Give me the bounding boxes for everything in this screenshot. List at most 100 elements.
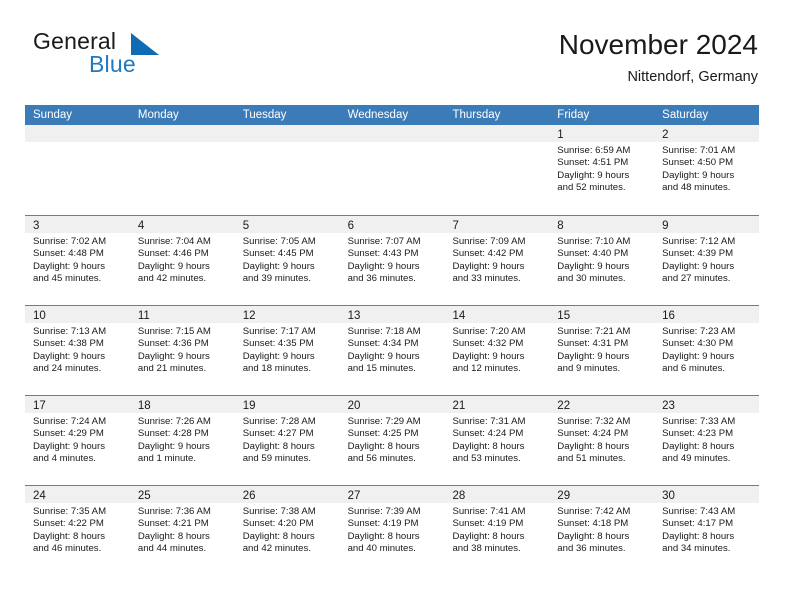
day-cell-27[interactable]: 27 Sunrise: 7:39 AM Sunset: 4:19 PM Dayligh… xyxy=(339,486,445,575)
day-detail-line: Daylight: 9 hours xyxy=(242,350,315,362)
day-cell-8[interactable]: 8 Sunrise: 7:10 AM Sunset: 4:40 PM Daylight… xyxy=(549,216,655,305)
day-cell-19[interactable]: 19 Sunrise: 7:28 AM Sunset: 4:27 PM Dayligh… xyxy=(234,396,340,485)
day-details: Sunrise: 7:17 AM Sunset: 4:35 PM Daylight:… xyxy=(235,323,340,376)
day-number-strip: 3 xyxy=(25,216,130,233)
day-detail-line: Sunrise: 7:33 AM xyxy=(662,416,736,427)
day-detail-line: Sunset: 4:50 PM xyxy=(662,157,734,169)
day-detail-line: and 34 minutes. xyxy=(662,543,731,555)
day-detail-line: Sunrise: 6:59 AM xyxy=(557,145,631,156)
day-number: 2 xyxy=(662,129,669,141)
day-details: Sunrise: 7:12 AM Sunset: 4:39 PM Daylight:… xyxy=(654,233,759,286)
day-cell-29[interactable]: 29 Sunrise: 7:42 AM Sunset: 4:18 PM Dayligh… xyxy=(549,486,655,575)
day-detail-line: Sunrise: 7:15 AM xyxy=(137,326,211,337)
weekday-header-friday: Friday xyxy=(557,109,590,121)
day-number-strip: 16 xyxy=(654,306,760,323)
day-cell-25[interactable]: 25 Sunrise: 7:36 AM Sunset: 4:21 PM Dayligh… xyxy=(129,486,235,575)
day-detail-line: Daylight: 9 hours xyxy=(33,260,105,272)
day-detail-line: Sunrise: 7:17 AM xyxy=(242,326,316,337)
day-detail-line: and 12 minutes. xyxy=(452,363,521,375)
day-detail-line: Sunset: 4:48 PM xyxy=(33,248,104,260)
day-number: 16 xyxy=(662,310,675,322)
day-detail-line: Sunset: 4:31 PM xyxy=(557,338,629,350)
day-cell-24[interactable]: 24 Sunrise: 7:35 AM Sunset: 4:22 PM Dayligh… xyxy=(25,486,130,575)
day-cell-23[interactable]: 23 Sunrise: 7:33 AM Sunset: 4:23 PM Dayligh… xyxy=(654,396,760,485)
day-detail-line: Sunrise: 7:26 AM xyxy=(137,416,211,427)
day-detail-line: Sunset: 4:20 PM xyxy=(242,518,314,530)
day-number-strip: 30 xyxy=(654,486,760,503)
day-number: 27 xyxy=(347,490,361,502)
day-details: Sunrise: 7:43 AM Sunset: 4:17 PM Daylight:… xyxy=(654,503,759,556)
day-detail-line: Daylight: 9 hours xyxy=(347,260,420,272)
day-number: 10 xyxy=(33,310,46,322)
day-number: 17 xyxy=(33,400,46,412)
day-cell-22[interactable]: 22 Sunrise: 7:32 AM Sunset: 4:24 PM Dayligh… xyxy=(549,396,655,485)
day-detail-line: Sunrise: 7:28 AM xyxy=(242,416,316,427)
calendar-week-row: 24 Sunrise: 7:35 AM Sunset: 4:22 PM Dayligh… xyxy=(25,485,760,575)
day-detail-line: Daylight: 9 hours xyxy=(452,350,525,362)
day-details: Sunrise: 7:02 AM Sunset: 4:48 PM Daylight:… xyxy=(25,233,130,286)
day-number-strip: 9 xyxy=(654,216,760,233)
day-detail-line: Daylight: 8 hours xyxy=(242,530,315,542)
calendar-weeks: 1 Sunrise: 6:59 AM Sunset: 4:51 PM Daylight… xyxy=(25,125,760,575)
day-cell-3[interactable]: 3 Sunrise: 7:02 AM Sunset: 4:48 PM Daylight… xyxy=(25,216,130,305)
day-cell-28[interactable]: 28 Sunrise: 7:41 AM Sunset: 4:19 PM Dayligh… xyxy=(444,486,550,575)
day-cell-15[interactable]: 15 Sunrise: 7:21 AM Sunset: 4:31 PM Dayligh… xyxy=(549,306,655,395)
day-number: 9 xyxy=(662,220,669,232)
day-detail-line: Sunrise: 7:20 AM xyxy=(452,326,526,337)
day-number: 13 xyxy=(347,310,361,322)
day-cell-30[interactable]: 30 Sunrise: 7:43 AM Sunset: 4:17 PM Dayligh… xyxy=(654,486,760,575)
day-cell-12[interactable]: 12 Sunrise: 7:17 AM Sunset: 4:35 PM Dayligh… xyxy=(234,306,340,395)
brand-logo[interactable]: General Blue xyxy=(33,28,273,90)
day-details: Sunrise: 7:01 AM Sunset: 4:50 PM Daylight:… xyxy=(654,142,759,195)
day-detail-line: and 39 minutes. xyxy=(242,273,311,285)
day-detail-line: Daylight: 8 hours xyxy=(347,530,420,542)
day-details: Sunrise: 7:28 AM Sunset: 4:27 PM Daylight:… xyxy=(235,413,340,466)
day-cell-5[interactable]: 5 Sunrise: 7:05 AM Sunset: 4:45 PM Daylight… xyxy=(234,216,340,305)
day-number: 7 xyxy=(452,220,459,232)
day-detail-line: Daylight: 9 hours xyxy=(242,260,315,272)
day-cell-6[interactable]: 6 Sunrise: 7:07 AM Sunset: 4:43 PM Daylight… xyxy=(339,216,445,305)
day-detail-line: Sunset: 4:35 PM xyxy=(242,338,314,350)
day-detail-line: Daylight: 9 hours xyxy=(137,440,210,452)
day-detail-line: Daylight: 8 hours xyxy=(452,440,525,452)
day-detail-line: Daylight: 8 hours xyxy=(662,530,735,542)
day-detail-line: Sunset: 4:30 PM xyxy=(662,338,734,350)
day-number: 1 xyxy=(557,129,564,141)
day-cell-empty xyxy=(129,125,235,215)
day-detail-line: Sunset: 4:43 PM xyxy=(347,248,419,260)
day-detail-line: Daylight: 9 hours xyxy=(557,260,630,272)
day-cell-10[interactable]: 10 Sunrise: 7:13 AM Sunset: 4:38 PM Dayligh… xyxy=(25,306,130,395)
day-detail-line: Daylight: 9 hours xyxy=(662,260,735,272)
day-cell-13[interactable]: 13 Sunrise: 7:18 AM Sunset: 4:34 PM Dayligh… xyxy=(339,306,445,395)
brand-name-blue: Blue xyxy=(89,51,136,77)
day-detail-line: Sunrise: 7:31 AM xyxy=(452,416,526,427)
day-detail-line: Daylight: 9 hours xyxy=(557,350,630,362)
day-cell-9[interactable]: 9 Sunrise: 7:12 AM Sunset: 4:39 PM Daylight… xyxy=(654,216,760,305)
day-cell-17[interactable]: 17 Sunrise: 7:24 AM Sunset: 4:29 PM Dayligh… xyxy=(25,396,130,485)
day-number-strip: 5 xyxy=(234,216,340,233)
day-cell-7[interactable]: 7 Sunrise: 7:09 AM Sunset: 4:42 PM Daylight… xyxy=(444,216,550,305)
day-number-strip: 18 xyxy=(129,396,235,413)
day-detail-line: Sunset: 4:29 PM xyxy=(33,428,104,440)
day-cell-21[interactable]: 21 Sunrise: 7:31 AM Sunset: 4:24 PM Dayligh… xyxy=(444,396,550,485)
day-details: Sunrise: 7:05 AM Sunset: 4:45 PM Daylight:… xyxy=(235,233,340,286)
day-cell-1[interactable]: 1 Sunrise: 6:59 AM Sunset: 4:51 PM Daylight… xyxy=(549,125,655,215)
day-detail-line: and 27 minutes. xyxy=(662,273,731,285)
day-number-strip: 23 xyxy=(654,396,760,413)
day-cell-26[interactable]: 26 Sunrise: 7:38 AM Sunset: 4:20 PM Dayligh… xyxy=(234,486,340,575)
day-cell-18[interactable]: 18 Sunrise: 7:26 AM Sunset: 4:28 PM Dayligh… xyxy=(129,396,235,485)
day-cell-11[interactable]: 11 Sunrise: 7:15 AM Sunset: 4:36 PM Dayligh… xyxy=(129,306,235,395)
day-detail-line: and 56 minutes. xyxy=(347,453,416,465)
weekday-header-tuesday: Tuesday xyxy=(242,109,287,121)
day-detail-line: and 38 minutes. xyxy=(452,543,521,555)
day-cell-14[interactable]: 14 Sunrise: 7:20 AM Sunset: 4:32 PM Dayligh… xyxy=(444,306,550,395)
day-detail-line: and 18 minutes. xyxy=(242,363,311,375)
calendar-page: General Blue November 2024 Nittendorf, G… xyxy=(0,0,792,612)
weekday-header-sunday: Sunday xyxy=(33,109,73,121)
day-cell-16[interactable]: 16 Sunrise: 7:23 AM Sunset: 4:30 PM Dayligh… xyxy=(654,306,760,395)
day-cell-20[interactable]: 20 Sunrise: 7:29 AM Sunset: 4:25 PM Dayligh… xyxy=(339,396,445,485)
day-cell-2[interactable]: 2 Sunrise: 7:01 AM Sunset: 4:50 PM Daylight… xyxy=(654,125,760,215)
weekday-header-thursday: Thursday xyxy=(452,109,501,121)
day-details: Sunrise: 7:20 AM Sunset: 4:32 PM Daylight:… xyxy=(444,323,549,376)
day-cell-4[interactable]: 4 Sunrise: 7:04 AM Sunset: 4:46 PM Daylight… xyxy=(129,216,235,305)
